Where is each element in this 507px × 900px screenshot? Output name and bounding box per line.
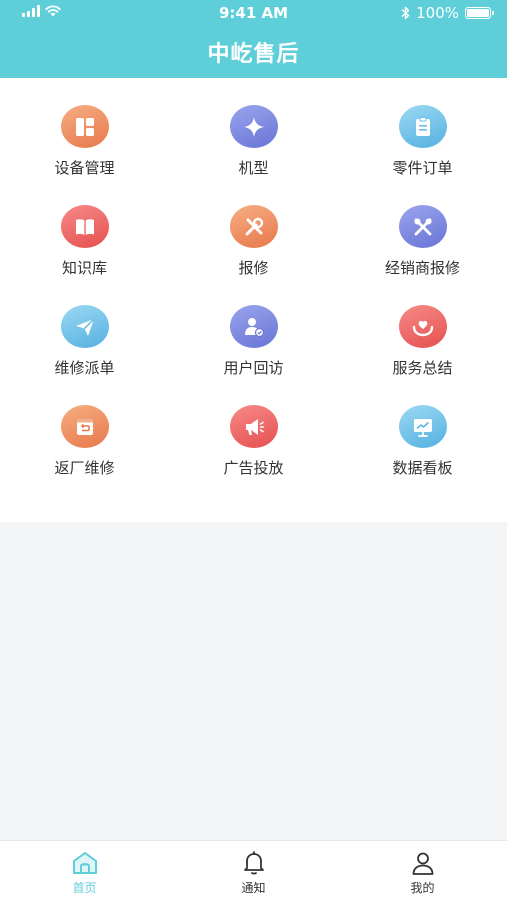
grid-label: 机型 [238, 159, 269, 177]
grid-label: 知识库 [61, 259, 107, 277]
grid-item-repair-report[interactable]: 报修 [169, 178, 338, 278]
service-summary-icon [398, 305, 447, 348]
tab-label: 首页 [72, 881, 97, 895]
grid-label: 广告投放 [223, 459, 284, 477]
user-visit-icon [229, 305, 278, 348]
grid-item-service-summary[interactable]: 服务总结 [338, 278, 507, 378]
grid-item-knowledge-base[interactable]: 知识库 [0, 178, 169, 278]
battery-percentage: 100% [416, 4, 459, 22]
model-icon [229, 105, 278, 148]
grid-label: 数据看板 [392, 459, 453, 477]
grid-label: 维修派单 [54, 359, 115, 377]
grid-label: 用户回访 [223, 359, 284, 377]
tab-label: 通知 [241, 881, 266, 895]
tab-label: 我的 [410, 881, 435, 895]
return-factory-icon [60, 405, 109, 448]
home-icon [70, 849, 100, 877]
bell-icon [239, 849, 269, 877]
grid-label: 服务总结 [392, 359, 453, 377]
grid-item-dealer-repair[interactable]: 经销商报修 [338, 178, 507, 278]
grid-item-return-factory[interactable]: 返厂维修 [0, 378, 169, 478]
grid-item-data-dashboard[interactable]: 数据看板 [338, 378, 507, 478]
grid-label: 设备管理 [54, 159, 115, 177]
grid-label: 零件订单 [392, 159, 453, 177]
function-grid: 设备管理 机型 零件订单 知识库 报修 经销商报修 维修派单 用户回访 服务总结… [0, 78, 507, 522]
status-bar: 9:41 AM 100% [0, 0, 507, 26]
grid-item-dispatch[interactable]: 维修派单 [0, 278, 169, 378]
battery-icon [465, 7, 494, 19]
grid-label: 报修 [238, 259, 269, 277]
parts-order-icon [398, 105, 447, 148]
tab-profile[interactable]: 我的 [338, 841, 507, 900]
grid-item-advertising[interactable]: 广告投放 [169, 378, 338, 478]
grid-item-user-visit[interactable]: 用户回访 [169, 278, 338, 378]
status-right: 100% [401, 4, 494, 22]
data-dashboard-icon [398, 405, 447, 448]
bottom-tabbar: 首页 通知 我的 [0, 840, 507, 900]
grid-item-parts-order[interactable]: 零件订单 [338, 78, 507, 178]
dealer-repair-icon [398, 205, 447, 248]
dispatch-icon [60, 305, 109, 348]
bluetooth-icon [401, 6, 410, 20]
grid-item-model[interactable]: 机型 [169, 78, 338, 178]
tab-notifications[interactable]: 通知 [169, 841, 338, 900]
advertising-icon [229, 405, 278, 448]
tab-home[interactable]: 首页 [0, 841, 169, 900]
device-management-icon [60, 105, 109, 148]
grid-item-device-management[interactable]: 设备管理 [0, 78, 169, 178]
grid-label: 返厂维修 [54, 459, 115, 477]
app-header: 9:41 AM 100% 中屹售后 [0, 0, 507, 78]
knowledge-base-icon [60, 205, 109, 248]
repair-report-icon [229, 205, 278, 248]
page-title: 中屹售后 [207, 42, 300, 67]
user-icon [408, 849, 438, 877]
grid-label: 经销商报修 [384, 259, 460, 277]
